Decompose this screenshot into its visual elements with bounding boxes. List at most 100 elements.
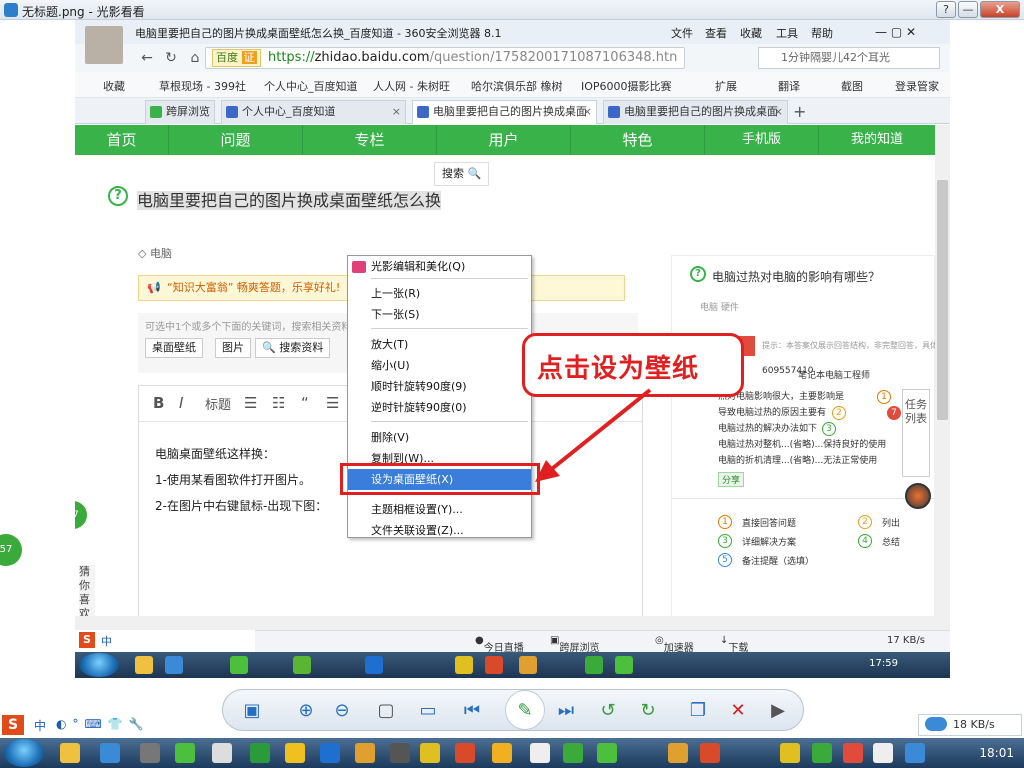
taskbar-app-icon[interactable] bbox=[175, 743, 195, 763]
taskbar-app-icon[interactable] bbox=[492, 743, 512, 763]
taskbar-app-icon[interactable] bbox=[60, 743, 80, 763]
window-controls-icon[interactable]: — ▢ ✕ bbox=[875, 25, 916, 39]
taskbar-app-icon[interactable] bbox=[597, 743, 617, 763]
menu-favorites[interactable]: 收藏 bbox=[740, 25, 762, 41]
translate-button[interactable]: 翻译 bbox=[778, 78, 800, 94]
tray-icon[interactable] bbox=[812, 743, 832, 763]
nav-columns[interactable]: 专栏 bbox=[303, 125, 437, 155]
minimize-button[interactable]: — bbox=[958, 1, 978, 18]
fav-item[interactable]: 哈尔滨俱乐部 橡树 bbox=[471, 78, 563, 94]
keyword-chip[interactable]: 图片 bbox=[215, 338, 251, 358]
bold-button[interactable]: B bbox=[153, 394, 164, 412]
ime-mode[interactable]: 中 bbox=[34, 717, 46, 734]
next-icon[interactable]: ⏭ bbox=[553, 698, 579, 724]
ime-tools-icon[interactable]: ◐°⌨👕🔧 bbox=[56, 717, 150, 731]
menu-zoom-in[interactable]: 放大(T) bbox=[348, 334, 531, 355]
image-list-icon[interactable]: ▣ bbox=[239, 698, 265, 724]
nav-my-zhidao[interactable]: 我的知道 bbox=[819, 125, 935, 155]
rotate-right-icon[interactable]: ↻ bbox=[635, 698, 661, 724]
taskbar-app-icon[interactable] bbox=[455, 743, 475, 763]
cross-screen[interactable]: ▣ 跨屏浏览 bbox=[550, 635, 599, 654]
taskbar-app-icon[interactable] bbox=[390, 743, 410, 763]
float-badge[interactable]: 57 bbox=[75, 501, 87, 529]
tab-question-active[interactable]: 电脑里要把自己的图片换成桌面 × bbox=[412, 100, 597, 124]
ime-toolbar[interactable]: S 中 bbox=[75, 630, 255, 652]
rotate-left-icon[interactable]: ↺ bbox=[595, 698, 621, 724]
taskbar-app-icon[interactable] bbox=[563, 743, 583, 763]
taskbar-app-icon[interactable] bbox=[230, 656, 248, 674]
floating-ball-icon[interactable] bbox=[905, 483, 931, 509]
share-button[interactable]: 分享 bbox=[718, 472, 745, 487]
taskbar-app-icon[interactable] bbox=[420, 743, 440, 763]
fav-item[interactable]: 个人中心_百度知道 bbox=[264, 78, 358, 94]
taskbar-app-icon[interactable] bbox=[455, 656, 473, 674]
login-manager-button[interactable]: 登录管家 bbox=[895, 78, 939, 94]
zoom-out-icon[interactable]: ⊖ bbox=[329, 698, 355, 724]
nav-mobile[interactable]: 手机版 bbox=[705, 125, 819, 155]
accelerator[interactable]: ◎ 加速器 bbox=[655, 635, 694, 654]
menu-next[interactable]: 下一张(S) bbox=[348, 304, 531, 325]
menu-theme-frame[interactable]: 主题相框设置(Y)... bbox=[348, 499, 531, 520]
nav-features[interactable]: 特色 bbox=[571, 125, 705, 155]
taskbar-app-icon[interactable] bbox=[519, 656, 537, 674]
menu-tools[interactable]: 工具 bbox=[776, 25, 798, 41]
url-field[interactable]: https://zhidao.baidu.com/question/175820… bbox=[205, 47, 685, 69]
fav-item[interactable]: 草根现场 - 399社 bbox=[159, 78, 246, 94]
taskbar-app-icon[interactable] bbox=[285, 743, 305, 763]
unordered-list-icon[interactable]: ☷ bbox=[272, 394, 285, 412]
menu-delete[interactable]: 删除(V) bbox=[348, 427, 531, 448]
tab-zhidao-profile[interactable]: 个人中心_百度知道 × bbox=[221, 100, 406, 124]
ordered-list-icon[interactable]: ☰ bbox=[244, 394, 257, 412]
tab-crossscreen[interactable]: 跨屏浏览 bbox=[145, 100, 215, 124]
zoom-in-icon[interactable]: ⊕ bbox=[293, 698, 319, 724]
question-tag[interactable]: ◇ 电脑 bbox=[138, 245, 172, 261]
sogou-icon[interactable]: S bbox=[79, 632, 95, 648]
horizontal-scrollbar[interactable] bbox=[75, 616, 935, 630]
menu-previous[interactable]: 上一张(R) bbox=[348, 283, 531, 304]
taskbar-app-icon[interactable] bbox=[250, 743, 270, 763]
tray-icon[interactable] bbox=[668, 743, 688, 763]
start-button[interactable] bbox=[4, 739, 44, 767]
edit-icon[interactable]: ✎ bbox=[505, 690, 545, 730]
search-button[interactable]: 搜索 🔍 bbox=[434, 162, 489, 186]
task-list-button[interactable]: 任务列表 bbox=[902, 389, 930, 477]
taskbar-app-icon[interactable] bbox=[585, 656, 603, 674]
new-tab-icon[interactable]: + bbox=[793, 102, 806, 121]
screenshot-button[interactable]: 截图 bbox=[841, 78, 863, 94]
taskbar-app-icon[interactable] bbox=[140, 743, 160, 763]
taskbar-app-icon[interactable] bbox=[165, 656, 183, 674]
taskbar-app-icon[interactable] bbox=[530, 743, 550, 763]
actual-size-icon[interactable]: ▭ bbox=[415, 698, 441, 724]
browser-search-input[interactable]: 1分钟隔婴儿42个耳光 bbox=[758, 47, 940, 69]
live-today[interactable]: ● 今日直播 bbox=[475, 635, 524, 654]
nav-questions[interactable]: 问题 bbox=[169, 125, 303, 155]
menu-file[interactable]: 文件 bbox=[671, 25, 693, 41]
nav-users[interactable]: 用户 bbox=[437, 125, 571, 155]
menu-help[interactable]: 帮助 bbox=[811, 25, 833, 41]
heading-button[interactable]: 标题 bbox=[205, 394, 231, 413]
taskbar-app-icon[interactable] bbox=[365, 656, 383, 674]
ime-mode[interactable]: 中 bbox=[101, 633, 112, 649]
sogou-icon[interactable]: S bbox=[2, 715, 24, 735]
close-button[interactable]: X bbox=[980, 1, 1020, 18]
taskbar-app-icon[interactable] bbox=[320, 743, 340, 763]
fit-window-icon[interactable]: ▢ bbox=[373, 698, 399, 724]
menu-edit-beautify[interactable]: 光影编辑和美化(Q) bbox=[348, 256, 531, 277]
extensions-button[interactable]: 扩展 bbox=[715, 78, 737, 94]
copy-icon[interactable]: ❐ bbox=[685, 698, 711, 724]
menu-zoom-out[interactable]: 缩小(U) bbox=[348, 355, 531, 376]
taskbar-app-icon[interactable] bbox=[135, 656, 153, 674]
nav-home[interactable]: 首页 bbox=[75, 125, 169, 155]
previous-icon[interactable]: ⏮ bbox=[459, 698, 485, 724]
italic-button[interactable]: I bbox=[179, 394, 183, 412]
taskbar-app-icon[interactable] bbox=[485, 656, 503, 674]
align-icon[interactable]: ☰ bbox=[326, 394, 339, 412]
tab-question[interactable]: 电脑里要把自己的图片换成桌面 × bbox=[603, 100, 788, 124]
keyword-chip[interactable]: 桌面壁纸 bbox=[145, 338, 203, 358]
fav-item[interactable]: 人人网 - 朱树旺 bbox=[373, 78, 450, 94]
taskbar-app-icon[interactable] bbox=[212, 743, 232, 763]
start-button[interactable] bbox=[79, 653, 119, 677]
taskbar-app-icon[interactable] bbox=[615, 656, 633, 674]
menu-rotate-ccw[interactable]: 逆时针旋转90度(0) bbox=[348, 397, 531, 418]
slideshow-icon[interactable]: ▶ bbox=[765, 698, 791, 724]
